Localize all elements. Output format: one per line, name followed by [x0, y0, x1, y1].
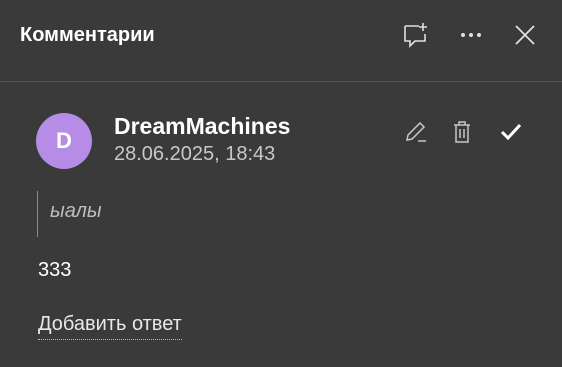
- resolve-icon[interactable]: [496, 117, 526, 147]
- comment-item: D DreamMachines 28.06.2025, 18:43 ыалы 3…: [0, 83, 562, 367]
- edit-icon[interactable]: [400, 117, 430, 147]
- avatar: D: [36, 113, 92, 169]
- delete-icon[interactable]: [447, 117, 477, 147]
- comment-date: 28.06.2025, 18:43: [114, 143, 276, 165]
- panel-title: Комментарии: [20, 24, 155, 46]
- add-reply-link[interactable]: Добавить ответ: [38, 313, 182, 340]
- close-icon[interactable]: [510, 20, 540, 50]
- comment-text: 333: [38, 259, 72, 281]
- quoted-text: ыалы: [37, 191, 102, 237]
- add-comment-icon[interactable]: [401, 20, 431, 50]
- comments-header: Комментарии: [0, 0, 562, 82]
- comment-author: DreamMachines: [114, 113, 291, 139]
- more-icon[interactable]: [456, 20, 486, 50]
